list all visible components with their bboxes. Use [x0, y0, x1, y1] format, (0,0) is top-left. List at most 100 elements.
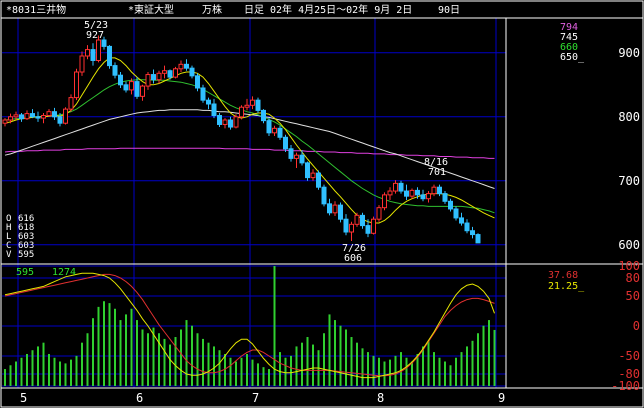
- volume-bar: [235, 361, 237, 386]
- stock-chart-screen: *8031三井物 *東証大型 万株 日足 02年 4月25日～02年 9月 2日 90日…: [0, 0, 644, 408]
- candle: [442, 191, 448, 204]
- candle: [79, 51, 85, 76]
- volume-bar: [169, 344, 171, 386]
- candle-body: [112, 65, 118, 76]
- candle-body: [437, 186, 442, 195]
- volume-bar: [334, 320, 336, 386]
- volume-bar: [383, 361, 386, 386]
- candle-body: [2, 119, 8, 124]
- volume-bar: [4, 369, 6, 386]
- volume-bar: [20, 357, 23, 386]
- candle: [145, 72, 151, 90]
- candle-series: [2, 35, 481, 244]
- volume-bar: [367, 352, 369, 386]
- candle-body: [404, 190, 409, 197]
- osc-axis-label: 80: [626, 271, 640, 285]
- candle-body: [206, 99, 211, 105]
- candle-body: [272, 127, 277, 134]
- candle-body: [255, 99, 261, 111]
- volume-bar: [482, 325, 485, 386]
- volume-bar: [114, 308, 116, 386]
- volume-bar: [306, 337, 309, 386]
- candle-body: [261, 109, 266, 122]
- volume-bar: [48, 353, 50, 386]
- candle-body: [107, 45, 112, 67]
- candle-body: [266, 120, 272, 134]
- candle-body: [96, 39, 101, 61]
- volume-max-label: 1274: [52, 267, 76, 278]
- volume-bar: [471, 340, 474, 386]
- candle: [74, 68, 79, 101]
- volume-bar: [26, 353, 28, 386]
- month-axis-label: 8: [377, 391, 384, 405]
- volume-bar: [350, 337, 353, 386]
- days-label: 90日: [438, 5, 460, 16]
- candle-body: [305, 162, 310, 179]
- candle: [68, 94, 74, 112]
- candle: [453, 206, 459, 221]
- candle: [354, 212, 360, 227]
- candle-body: [13, 114, 19, 118]
- candle: [90, 43, 96, 66]
- candle-body: [118, 74, 123, 86]
- period-label: 日足 02年 4月25日～02年 9月 2日: [244, 3, 412, 16]
- candle: [107, 45, 112, 69]
- candle: [41, 112, 46, 124]
- low-value-annotation: 606: [344, 253, 362, 264]
- candle: [134, 77, 140, 99]
- candle-body: [211, 103, 217, 117]
- price-axis-label: 900: [618, 46, 640, 60]
- candle-body: [52, 111, 57, 118]
- volume-bar: [444, 361, 446, 386]
- volume-bar: [268, 369, 270, 386]
- volume-bar: [240, 357, 243, 386]
- candle-body: [151, 74, 156, 81]
- volume-bar: [42, 342, 45, 386]
- candle: [283, 134, 288, 152]
- osc-value-fast: 37.68: [548, 270, 578, 281]
- volume-bar: [378, 357, 380, 386]
- volume-bar: [9, 365, 12, 386]
- high-value-annotation: 927: [86, 30, 104, 41]
- candle: [206, 97, 211, 110]
- candle: [250, 96, 255, 110]
- candle: [349, 221, 354, 241]
- candle-body: [8, 116, 13, 121]
- candle-body: [162, 70, 167, 74]
- candle-body: [459, 217, 464, 224]
- volume-bar: [191, 325, 193, 386]
- candle: [332, 201, 338, 216]
- volume-bar: [422, 346, 424, 386]
- candle-body: [464, 222, 470, 232]
- volume-bar: [433, 352, 435, 386]
- candle-body: [349, 223, 354, 233]
- candle-body: [332, 204, 338, 214]
- candle-body: [382, 194, 387, 209]
- volume-bar: [147, 333, 149, 386]
- candle-body: [244, 104, 250, 108]
- ohlcv-key: V: [6, 250, 12, 260]
- candle-body: [393, 182, 398, 192]
- candle-body: [24, 113, 30, 120]
- ma-legend-value: 650_: [560, 52, 585, 63]
- month-axis-label: 5: [20, 391, 27, 405]
- candle: [156, 70, 162, 84]
- candle-body: [222, 119, 228, 125]
- volume-bar: [438, 357, 441, 386]
- candle-body: [129, 81, 134, 91]
- candle: [112, 62, 118, 79]
- volume-bar: [323, 333, 325, 386]
- candle: [173, 66, 178, 79]
- candle-body: [376, 207, 382, 220]
- volume-bar: [449, 365, 452, 386]
- candle: [255, 97, 261, 113]
- candle: [24, 110, 30, 120]
- candle-body: [426, 193, 431, 200]
- candle: [178, 60, 184, 72]
- candle: [321, 184, 327, 207]
- candle-body: [178, 63, 184, 70]
- volume-bar: [207, 342, 210, 386]
- volume-bar: [405, 357, 408, 386]
- volume-bar: [284, 357, 287, 386]
- candle: [140, 84, 145, 101]
